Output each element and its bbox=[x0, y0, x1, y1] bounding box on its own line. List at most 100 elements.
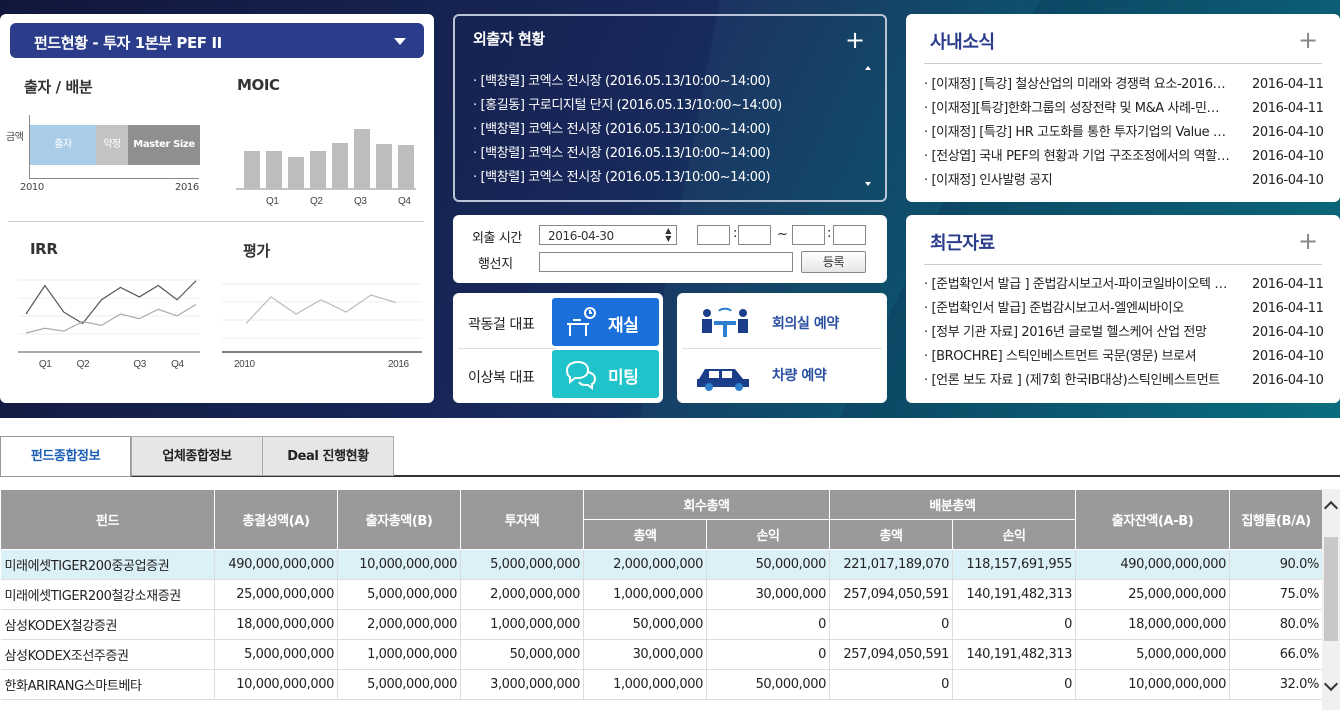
table-cell: 5,000,000,000 bbox=[337, 579, 461, 610]
table-row[interactable]: 삼성KODEX조선주증권 5,000,000,000 1,000,000,000 50… bbox=[0, 639, 1323, 670]
register-button[interactable]: 등록 bbox=[801, 251, 866, 273]
scroll-up-icon[interactable] bbox=[1323, 500, 1339, 516]
rep-status-label: 미팅 bbox=[608, 368, 639, 388]
outing-item[interactable]: · [백창렬] 코엑스 전시장 (2016.05.13/10:00~14:00) bbox=[473, 118, 873, 142]
fund-name-cell: 삼성KODEX조선주증권 bbox=[0, 639, 215, 670]
scroll-down-icon[interactable] bbox=[1323, 676, 1339, 692]
table-cell: 32.0% bbox=[1229, 669, 1323, 700]
recent-list: · [준법확인서 발급 ] 준법감시보고서-파이코일바이오텍 문서 2016-04… bbox=[924, 273, 1324, 393]
time-colon: : bbox=[733, 226, 737, 241]
fund-name-cell: 미래에셋TIGER200철강소재증권 bbox=[0, 579, 215, 610]
recent-text: · [BROCHRE] 스틱인베스트먼트 국문(영문) 브로셔 bbox=[924, 349, 1197, 364]
outing-title: 외출자 현황 bbox=[473, 30, 545, 48]
recent-text: · [준법확인서 발급 ] 준법감시보고서-파이코일바이오텍 문서 bbox=[924, 277, 1230, 292]
outing-item[interactable]: · [백창렬] 코엑스 전시장 (2016.05.13/10:00~14:00) bbox=[473, 70, 873, 94]
news-panel: 사내소식 + · [이재정] [특강] 철상산업의 미래와 경쟁력 요소-201… bbox=[906, 14, 1340, 202]
table-cell: 0 bbox=[706, 609, 830, 640]
table-row[interactable]: 미래에셋TIGER200철강소재증권 25,000,000,000 5,000,00… bbox=[0, 579, 1323, 610]
table-cell: 50,000,000 bbox=[706, 669, 830, 700]
table-cell: 257,094,050,591 bbox=[829, 639, 953, 670]
fund-status-panel: 펀드현황 - 투자 1본부 PEF II 출자 / 배분 금액 출자 약정 Ma… bbox=[0, 14, 434, 403]
table-cell: 10,000,000,000 bbox=[337, 549, 461, 580]
outing-item[interactable]: · [홍길동] 구로디지털 단지 (2016.05.13/10:00~14:00… bbox=[473, 94, 873, 118]
tab-fund-info[interactable]: 펀드종합정보 bbox=[0, 436, 131, 477]
table-row[interactable]: 미래에셋TIGER200중공업증권 490,000,000,000 10,000,0… bbox=[0, 549, 1323, 580]
moic-tick: Q3 bbox=[354, 196, 367, 207]
table-cell: 5,000,000,000 bbox=[337, 669, 461, 700]
contrib-seg-3: Master Size bbox=[128, 125, 200, 165]
outing-item[interactable]: · [백창렬] 코엑스 전시장 (2016.05.13/10:00~14:00) bbox=[473, 142, 873, 166]
table-cell: 0 bbox=[952, 669, 1076, 700]
moic-chart-title: MOIC bbox=[237, 76, 280, 94]
date-input[interactable]: 2016-04-30 ▲ ▼ bbox=[539, 225, 677, 245]
booking-panel: 회의실 예약 차량 예약 bbox=[677, 293, 887, 403]
news-text: · [이재정] [특강] 철상산업의 미래와 경쟁력 요소-2016년 부문 bbox=[924, 77, 1230, 92]
fund-table-body: 미래에셋TIGER200중공업증권 490,000,000,000 10,000,0… bbox=[0, 549, 1323, 700]
table-scrollbar[interactable] bbox=[1322, 489, 1340, 710]
table-cell: 50,000,000 bbox=[583, 609, 707, 640]
news-divider bbox=[924, 63, 1322, 64]
fund-name-cell: 한화ARIRANG스마트베타 bbox=[0, 669, 215, 700]
recent-item[interactable]: · [언론 보도 자료 ] (제7회 한국IB대상)스틱인베스트먼트 2016-0… bbox=[924, 369, 1324, 393]
outing-add-icon[interactable]: + bbox=[845, 28, 865, 52]
car-booking[interactable]: 차량 예약 bbox=[677, 349, 887, 403]
table-cell: 118,157,691,955 bbox=[952, 549, 1076, 580]
recent-item[interactable]: · [준법확인서 발급] 준법감시보고서-엘엔씨바이오 2016-04-11 bbox=[924, 297, 1324, 321]
hour-end-input[interactable] bbox=[792, 225, 825, 245]
recent-date: 2016-04-11 bbox=[1252, 277, 1324, 292]
col-distrib-sum: 총액 bbox=[829, 519, 953, 550]
rep-status-button[interactable]: 재실 bbox=[552, 298, 659, 346]
news-item[interactable]: · [이재정][특강]한화그룹의 성장전략 및 M&A 사례-민구역 대표 201… bbox=[924, 97, 1324, 121]
destination-input[interactable] bbox=[539, 252, 793, 272]
rep-name: 이상복 대표 bbox=[468, 370, 535, 386]
irr-tick: Q1 bbox=[39, 359, 52, 370]
col-recovery: 회수총액 bbox=[583, 489, 830, 520]
news-more-icon[interactable]: + bbox=[1298, 28, 1318, 52]
news-item[interactable]: · [이재정] [특강] 철상산업의 미래와 경쟁력 요소-2016년 부문 20… bbox=[924, 73, 1324, 97]
fund-table: 펀드 총결성액(A) 출자총액(B) 투자액 회수총액 배분총액 출자잔액(A-… bbox=[0, 489, 1323, 700]
recent-item[interactable]: · [BROCHRE] 스틱인베스트먼트 국문(영문) 브로셔 2016-04-1… bbox=[924, 345, 1324, 369]
news-text: · [이재정] [특강] HR 고도화를 통한 투자기업의 Value 제고 bbox=[924, 125, 1230, 140]
tab-company-info[interactable]: 업체종합정보 bbox=[131, 436, 263, 476]
recent-item[interactable]: · [정부 기관 자료] 2016년 글로벌 헬스케어 산업 전망 2016-04… bbox=[924, 321, 1324, 345]
recent-divider bbox=[924, 264, 1322, 265]
chevron-down-icon[interactable] bbox=[394, 38, 406, 45]
table-cell: 0 bbox=[829, 669, 953, 700]
fund-selector[interactable]: 펀드현황 - 투자 1본부 PEF II bbox=[10, 23, 424, 58]
table-cell: 2,000,000,000 bbox=[337, 609, 461, 640]
table-cell: 0 bbox=[706, 639, 830, 670]
rep-status-button[interactable]: 미팅 bbox=[552, 350, 659, 398]
irr-tick: Q4 bbox=[171, 359, 184, 370]
table-cell: 25,000,000,000 bbox=[214, 579, 338, 610]
scroll-down-icon[interactable] bbox=[865, 182, 871, 186]
tab-deal-progress[interactable]: Deal 진행현황 bbox=[262, 436, 394, 476]
recent-date: 2016-04-10 bbox=[1252, 373, 1324, 388]
table-row[interactable]: 삼성KODEX철강증권 18,000,000,000 2,000,000,000 1,… bbox=[0, 609, 1323, 640]
recent-item[interactable]: · [준법확인서 발급 ] 준법감시보고서-파이코일바이오텍 문서 2016-04… bbox=[924, 273, 1324, 297]
scrollbar-thumb[interactable] bbox=[1324, 537, 1338, 641]
news-item[interactable]: · [이재정] 인사발령 공지 2016-04-10 bbox=[924, 169, 1324, 193]
scroll-up-icon[interactable] bbox=[865, 66, 871, 70]
moic-bar bbox=[354, 129, 370, 189]
recent-more-icon[interactable]: + bbox=[1298, 229, 1318, 253]
irr-chart: Q1 Q2 Q3 Q4 bbox=[18, 279, 200, 370]
table-row[interactable]: 한화ARIRANG스마트베타 10,000,000,000 5,000,000,00… bbox=[0, 669, 1323, 700]
spinner-icon[interactable]: ▲ ▼ bbox=[665, 227, 671, 243]
room-booking[interactable]: 회의실 예약 bbox=[677, 293, 887, 348]
table-cell: 3,000,000,000 bbox=[460, 669, 584, 700]
table-cell: 10,000,000,000 bbox=[1075, 669, 1230, 700]
outing-item[interactable]: · [백창렬] 코엑스 전시장 (2016.05.13/10:00~14:00) bbox=[473, 166, 873, 190]
news-item[interactable]: · [전상엽] 국내 PEF의 현황과 기업 구조조정에서의 역할 연구 2016… bbox=[924, 145, 1324, 169]
recent-panel: 최근자료 + · [준법확인서 발급 ] 준법감시보고서-파이코일바이오텍 문서… bbox=[906, 215, 1340, 403]
time-label: 외출 시간 bbox=[472, 231, 522, 246]
moic-bar bbox=[266, 151, 282, 189]
rep-divider bbox=[458, 348, 556, 349]
hour-start-input[interactable] bbox=[697, 225, 730, 245]
news-date: 2016-04-10 bbox=[1252, 149, 1324, 164]
contrib-x-end: 2016 bbox=[175, 182, 199, 193]
minute-end-input[interactable] bbox=[833, 225, 866, 245]
table-cell: 50,000,000 bbox=[706, 549, 830, 580]
minute-start-input[interactable] bbox=[738, 225, 771, 245]
rep-status-label: 재실 bbox=[608, 316, 639, 336]
news-item[interactable]: · [이재정] [특강] HR 고도화를 통한 투자기업의 Value 제고 20… bbox=[924, 121, 1324, 145]
